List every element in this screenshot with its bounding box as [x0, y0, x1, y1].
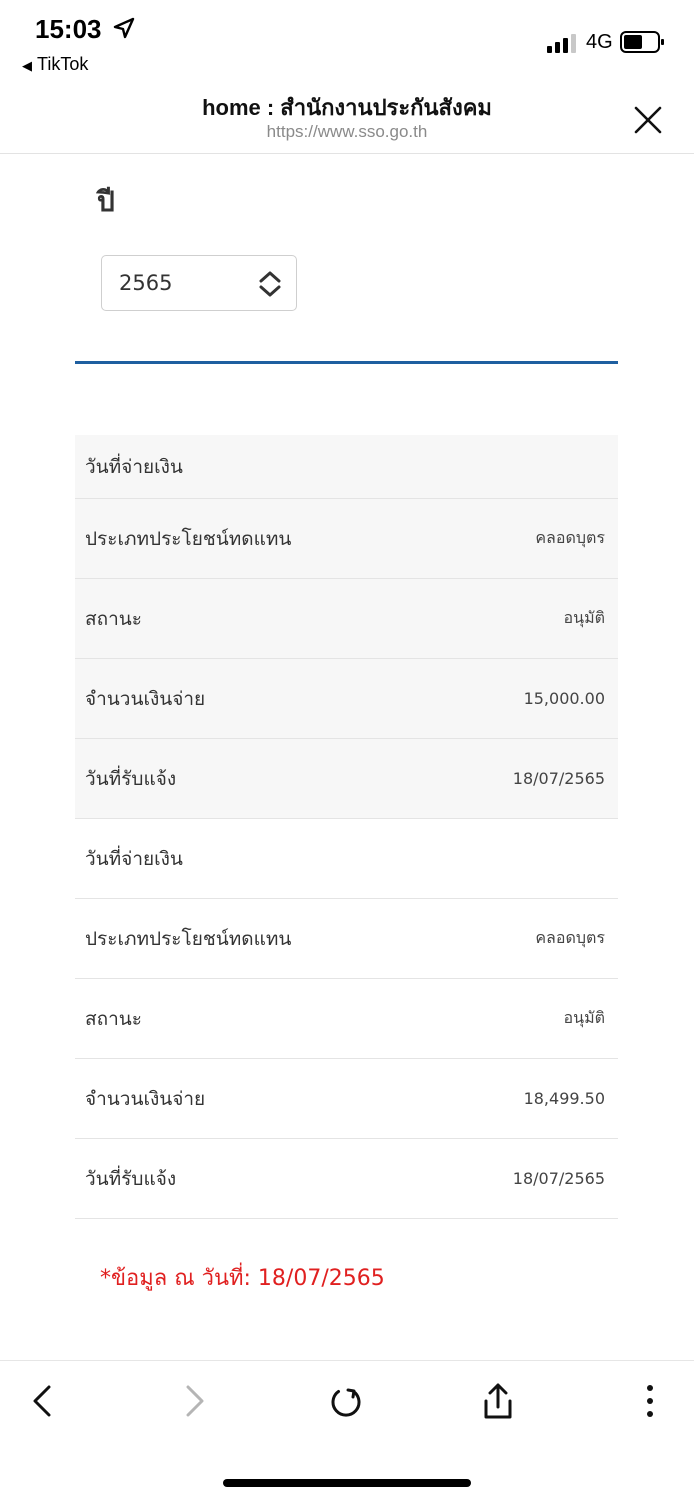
year-label: ปี — [97, 185, 115, 218]
up-down-chevron-icon — [259, 271, 281, 297]
back-app-label: TikTok — [37, 54, 89, 74]
back-triangle-icon: ◀ — [22, 58, 32, 73]
page-url[interactable]: https://www.sso.go.th — [0, 122, 694, 142]
record-row: จำนวนเงินจ่าย 15,000.00 — [75, 659, 618, 739]
row-value: อนุมัติ — [563, 608, 605, 627]
row-value: คลอดบุตร — [535, 928, 605, 947]
page-title: home : สำนักงานประกันสังคม — [202, 95, 492, 120]
row-value: 18,499.50 — [523, 1089, 605, 1108]
close-icon[interactable] — [630, 102, 666, 138]
share-icon[interactable] — [478, 1381, 518, 1421]
year-select-value: 2565 — [119, 271, 173, 295]
record-row: วันที่จ่ายเงิน — [75, 435, 618, 499]
row-label: จำนวนเงินจ่าย — [85, 687, 206, 710]
row-value: 18/07/2565 — [512, 769, 605, 788]
year-select[interactable]: 2565 — [101, 255, 297, 311]
record-row: วันที่รับแจ้ง 18/07/2565 — [75, 739, 618, 819]
battery-icon — [620, 31, 664, 53]
browser-toolbar — [0, 1360, 694, 1500]
status-bar: 15:03 ◀ TikTok 4G — [0, 0, 694, 80]
record-row: สถานะ อนุมัติ — [75, 979, 618, 1059]
reload-icon[interactable] — [326, 1381, 366, 1421]
row-label: สถานะ — [85, 1007, 142, 1030]
more-icon[interactable] — [630, 1381, 670, 1421]
network-type: 4G — [586, 31, 613, 53]
row-label: ประเภทประโยชน์ทดแทน — [85, 527, 292, 550]
row-label: ประเภทประโยชน์ทดแทน — [85, 927, 292, 950]
record-row: ประเภทประโยชน์ทดแทน คลอดบุตร — [75, 899, 618, 979]
row-label: วันที่จ่ายเงิน — [85, 847, 183, 870]
row-value: คลอดบุตร — [535, 528, 605, 547]
row-label: วันที่รับแจ้ง — [85, 1167, 177, 1190]
benefit-record: วันที่จ่ายเงิน ประเภทประโยชน์ทดแทน คลอดบ… — [75, 819, 618, 1219]
row-label: วันที่จ่ายเงิน — [85, 455, 183, 478]
benefit-records: วันที่จ่ายเงิน ประเภทประโยชน์ทดแทน คลอดบ… — [75, 435, 618, 1219]
record-row: ประเภทประโยชน์ทดแทน คลอดบุตร — [75, 499, 618, 579]
row-value: 15,000.00 — [523, 689, 605, 708]
forward-icon[interactable] — [174, 1381, 214, 1421]
row-label: จำนวนเงินจ่าย — [85, 1087, 206, 1110]
record-row: วันที่รับแจ้ง 18/07/2565 — [75, 1139, 618, 1219]
row-label: สถานะ — [85, 607, 142, 630]
row-value: อนุมัติ — [563, 1008, 605, 1027]
record-row: จำนวนเงินจ่าย 18,499.50 — [75, 1059, 618, 1139]
row-label: วันที่รับแจ้ง — [85, 767, 177, 790]
status-time: 15:03 — [35, 14, 102, 44]
back-icon[interactable] — [23, 1381, 63, 1421]
home-indicator[interactable] — [223, 1479, 471, 1487]
section-divider — [75, 361, 618, 364]
signal-icon — [547, 34, 576, 53]
back-to-app-link[interactable]: ◀ TikTok — [22, 54, 88, 75]
record-row: สถานะ อนุมัติ — [75, 579, 618, 659]
location-arrow-icon — [113, 17, 135, 39]
record-row: วันที่จ่ายเงิน — [75, 819, 618, 899]
browser-header: home : สำนักงานประกันสังคม https://www.s… — [0, 80, 694, 154]
row-value: 18/07/2565 — [512, 1169, 605, 1188]
benefit-record: วันที่จ่ายเงิน ประเภทประโยชน์ทดแทน คลอดบ… — [75, 435, 618, 819]
data-as-of-note: *ข้อมูล ณ วันที่: 18/07/2565 — [100, 1266, 385, 1291]
